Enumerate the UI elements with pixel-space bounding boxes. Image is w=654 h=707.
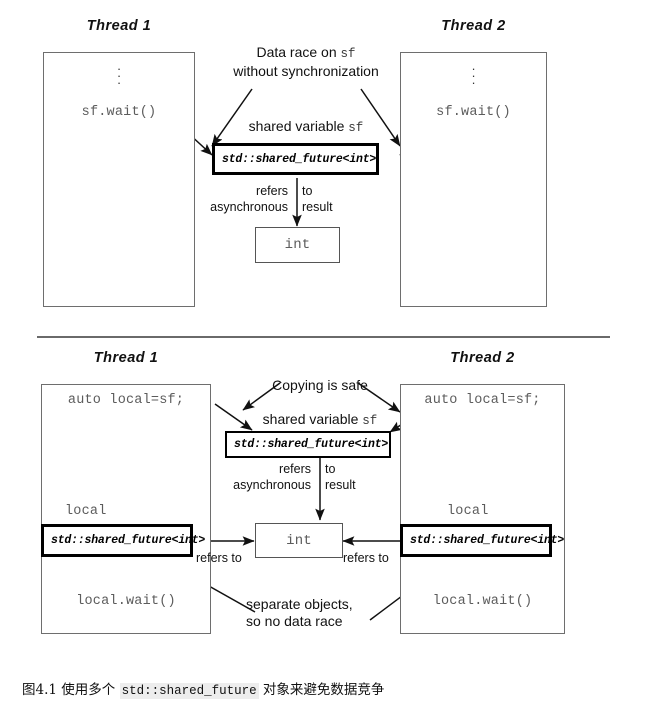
bottom-refers-to-right: refers to [343,551,389,565]
top-data-race-line1: Data race on sf [256,44,356,61]
top-thread2-vertical-dots-icon: ... [471,58,476,87]
bottom-local-label-right: local [447,504,489,519]
bottom-refers-to-left: refers to [196,551,242,565]
top-data-race-annotation: Data race on sf without synchronization [233,44,379,80]
bottom-shared-variable-label: shared variable sf [262,411,378,428]
top-thread2-code: sf.wait() [436,105,511,120]
top-thread1-vertical-dots-icon: ... [117,58,121,87]
bottom-thread2-label: Thread 2 [450,350,515,366]
bottom-local-box-right-text: std::shared_future<int> [410,534,565,547]
bottom-separate-line1: separate objects, [246,596,353,612]
caption-suffix: 对象来避免数据竞争 [262,682,385,698]
bottom-thread1-code-bottom: local.wait() [76,594,176,609]
bottom-copying-is-safe-label: Copying is safe [272,377,368,393]
top-thread2-label: Thread 2 [441,18,506,34]
bottom-local-box-left: std::shared_future<int> [41,524,205,557]
top-to-word: to [302,184,313,198]
bottom-int-box: int [255,523,343,558]
top-result-word: result [302,200,333,214]
bottom-thread1-label: Thread 1 [93,350,159,366]
bottom-result-word: result [325,478,356,492]
bottom-thread2-code-top: auto local=sf; [424,393,541,408]
top-shared-future-text: std::shared_future<int> [222,152,377,166]
bottom-shared-future-text: std::shared_future<int> [234,438,389,451]
arrow-race-right [360,88,401,147]
top-thread1-code: sf.wait() [81,105,157,120]
top-thread1-label: Thread 1 [86,18,152,34]
top-thread2-box [400,52,547,307]
bottom-local-label-left: local [65,504,107,519]
top-int-text: int [284,237,311,253]
top-shared-variable-label: shared variable sf [248,118,364,135]
bottom-separate-line2: so no data race [246,613,343,629]
bottom-shared-variable-sf-mono: sf [362,414,378,428]
top-shared-variable-sf-mono: sf [348,121,364,135]
panel-divider [37,336,610,338]
bottom-thread1-code-top: auto local=sf; [67,393,185,408]
bottom-int-text: int [286,532,312,549]
bottom-separate-objects-annotation: separate objects, so no data race [246,596,353,630]
top-int-box: int [255,227,340,263]
caption-code: std::shared_future [119,683,259,699]
top-shared-future-box: std::shared_future<int> [212,143,379,175]
top-data-race-line2: without synchronization [233,63,379,79]
top-thread1-box [43,52,195,307]
top-data-race-sf-mono: sf [340,47,356,61]
bottom-shared-future-box: std::shared_future<int> [225,431,391,458]
figure-shared-future-data-race: Thread 1 Thread 2 ... ... sf.wait() sf.w… [0,0,654,707]
caption-prefix: 图4.1 使用多个 [22,682,116,698]
bottom-local-box-right: std::shared_future<int> [400,524,564,557]
bottom-to-word: to [325,462,336,476]
figure-caption: 图4.1 使用多个 std::shared_future 对象来避免数据竞争 [22,678,385,699]
arrow-race-left [211,88,253,147]
bottom-local-box-left-text: std::shared_future<int> [51,534,206,547]
bottom-thread2-code-bottom: local.wait() [432,594,533,609]
